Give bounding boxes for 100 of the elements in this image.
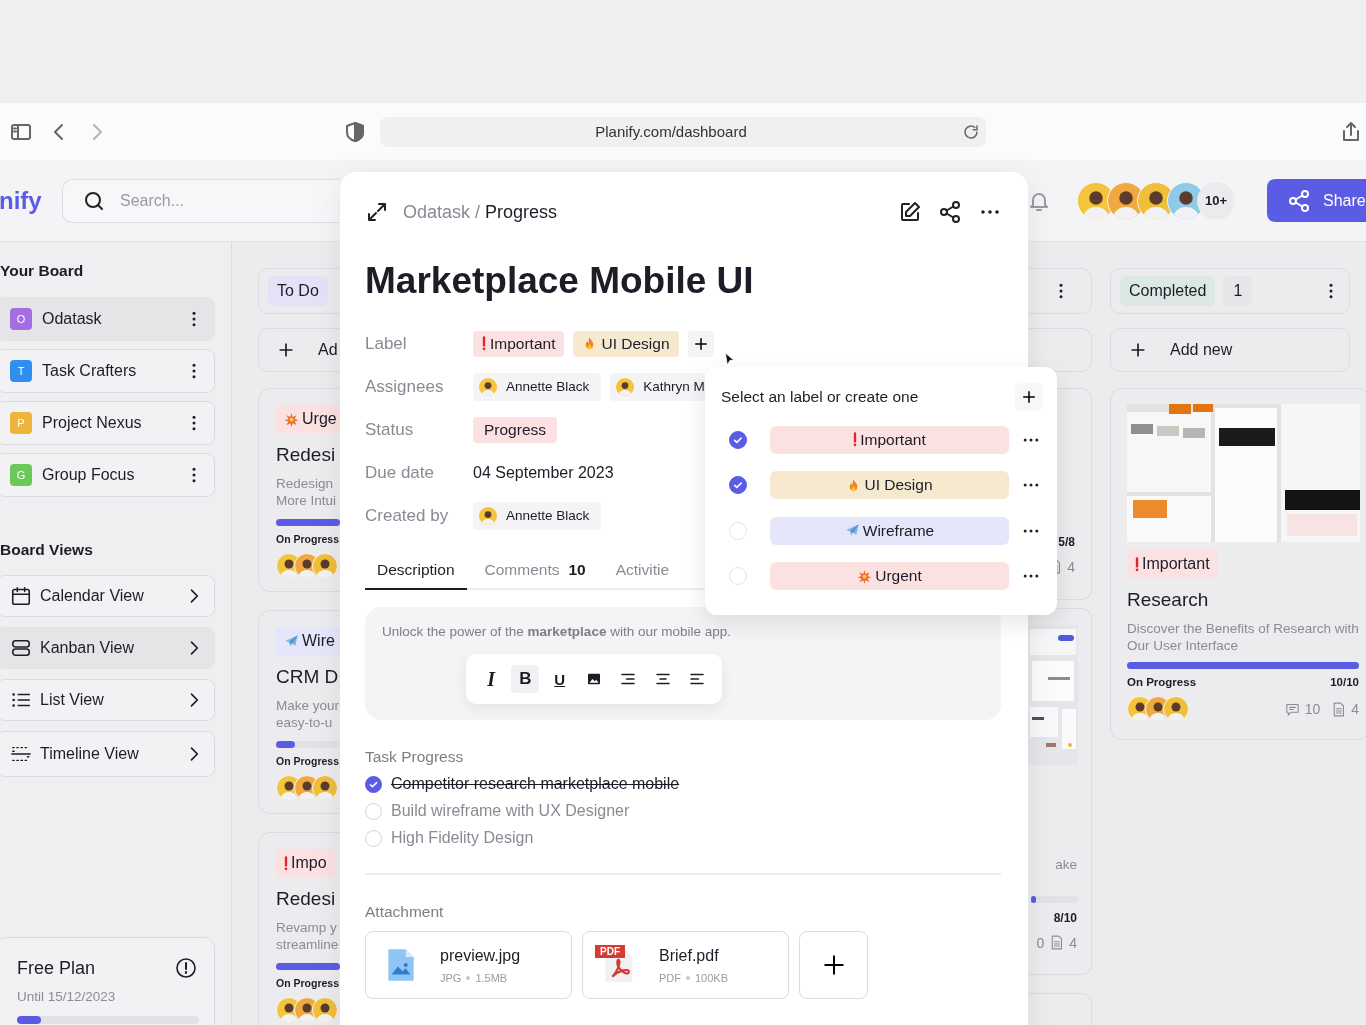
checklist-item: High Fidelity Design [391,829,534,847]
view-item[interactable]: List View [0,679,215,721]
board-item[interactable]: O Odatask [0,297,215,341]
progress-status: On Progress [276,533,340,545]
tag-text: Wireframe [862,521,935,540]
tag-text: Urgent [875,567,922,586]
tag-text: Important [490,334,556,353]
tag-text: Important [1142,555,1210,573]
card-title: Redesi [276,444,336,466]
progress-status: On Progress [276,977,340,989]
board-initial: G [10,464,32,486]
comment-count: 0 [1036,934,1045,951]
person-name: Kathryn M [643,379,705,394]
board-name: Group Focus [42,466,135,484]
task-card[interactable]: ake 8/10 0 4 [1028,608,1092,975]
section-title: Task Progress [365,748,465,766]
board-name: Project Nexus [42,414,142,432]
board-name: Task Crafters [42,362,137,380]
label-option[interactable]: UI Design [770,471,1009,500]
add-label: Add new [1170,341,1233,359]
checklist-item: Competitor research marketplace mobile [391,775,680,793]
tag-text: Wire [302,632,335,650]
view-name: Calendar View [40,587,144,605]
card-title: CRM D [276,666,339,688]
file-count: 4 [1069,934,1077,951]
tag-text: UI Design [601,334,670,353]
card-description: Redesign [276,475,335,492]
plan-title: Free Plan [17,957,96,979]
tab[interactable]: Activitie [603,561,682,590]
file-count: 4 [1351,701,1359,717]
person-name: Annette Black [506,508,590,523]
italic-button[interactable]: I [477,665,506,693]
field-value: 04 September 2023 [473,463,614,482]
logo: nify [0,186,43,215]
description-text: Unlock the power of the marketplace with our mobile app. [382,624,732,639]
tag-text: UI Design [864,476,933,495]
card-description: ake [1055,857,1077,872]
file-size: 1.5MB [475,971,508,984]
attachment-card[interactable]: PDF Brief.pdf PDF 100KB [582,931,789,999]
label-option[interactable]: Urgent [770,562,1009,591]
file-type: JPG [440,971,462,984]
card-title: Research [1127,589,1209,611]
description-editor[interactable]: Unlock the power of the marketplace with our mobile app. I B U [365,607,1001,720]
card-description: easy-to-u [276,714,334,731]
search-input[interactable]: Search... [118,190,322,211]
file-name: Brief.pdf [659,946,720,965]
attachment-card[interactable]: preview.jpg JPG 1.5MB [365,931,572,999]
breadcrumb: Odatask / Progress [403,201,558,223]
task-title: Marketplace Mobile UI [365,259,755,303]
view-name: Timeline View [40,745,139,763]
board-initial: P [10,412,32,434]
tab[interactable]: Comments 10 [472,561,598,590]
card-description: streamline [276,936,339,953]
card-title: Redesi [276,888,336,910]
person-name: Annette Black [506,379,590,394]
progress-count: 8/10 [1053,911,1077,925]
board-initial: T [10,360,32,382]
view-name: List View [40,691,104,709]
label-option[interactable]: Important [770,425,1009,454]
view-item[interactable]: Calendar View [0,575,215,617]
plan-expiry: Until 15/12/2023 [17,989,117,1004]
comment-count: 10 [1304,701,1321,717]
address-bar[interactable]: Planify.com/dashboard [380,116,986,147]
checklist-item: Build wireframe with UX Designer [391,802,630,820]
tag-text: Impo [291,854,327,872]
search-field[interactable]: Search... [62,178,339,223]
board-item[interactable]: P Project Nexus [0,401,215,445]
field-label: Status [365,419,415,440]
bold-button[interactable]: B [511,665,540,693]
share-button[interactable]: Share [1267,179,1366,222]
board-item[interactable]: G Group Focus [0,453,215,497]
progress-count: 5/8 [1058,535,1075,549]
card-description: More Intui [276,492,337,509]
field-label: Label [365,333,408,354]
file-type: PDF [659,971,681,984]
more-members-count[interactable]: 10+ [1197,181,1235,220]
file-size: 100KB [695,971,729,984]
file-name: preview.jpg [440,946,521,965]
file-count: 4 [1067,558,1075,575]
section-title: Attachment [365,903,445,921]
card-description: Revamp y [276,919,338,936]
card-count: 1 [1223,276,1253,306]
section-title: Board Views [0,541,94,559]
label-option[interactable]: Wireframe [770,516,1009,545]
column-title: To Do [268,276,328,306]
add-label: Ad [318,341,338,359]
card-description: Discover the Benefits of Research with Our User Interface [1127,620,1359,654]
field-label: Created by [365,505,450,526]
tag-text: Urge [302,410,337,428]
tag-text: Important [860,430,926,449]
add-card-button[interactable]: Add new [1110,328,1350,372]
tab[interactable]: Description [365,561,467,590]
underline-button[interactable]: U [545,665,574,693]
view-item[interactable]: Timeline View [0,731,215,777]
field-label: Due date [365,462,435,483]
board-item[interactable]: T Task Crafters [0,349,215,393]
menu-title: Select an label or create one [721,388,919,406]
view-name: Kanban View [40,639,134,657]
status-badge: Progress [473,416,558,443]
view-item[interactable]: Kanban View [0,627,215,669]
